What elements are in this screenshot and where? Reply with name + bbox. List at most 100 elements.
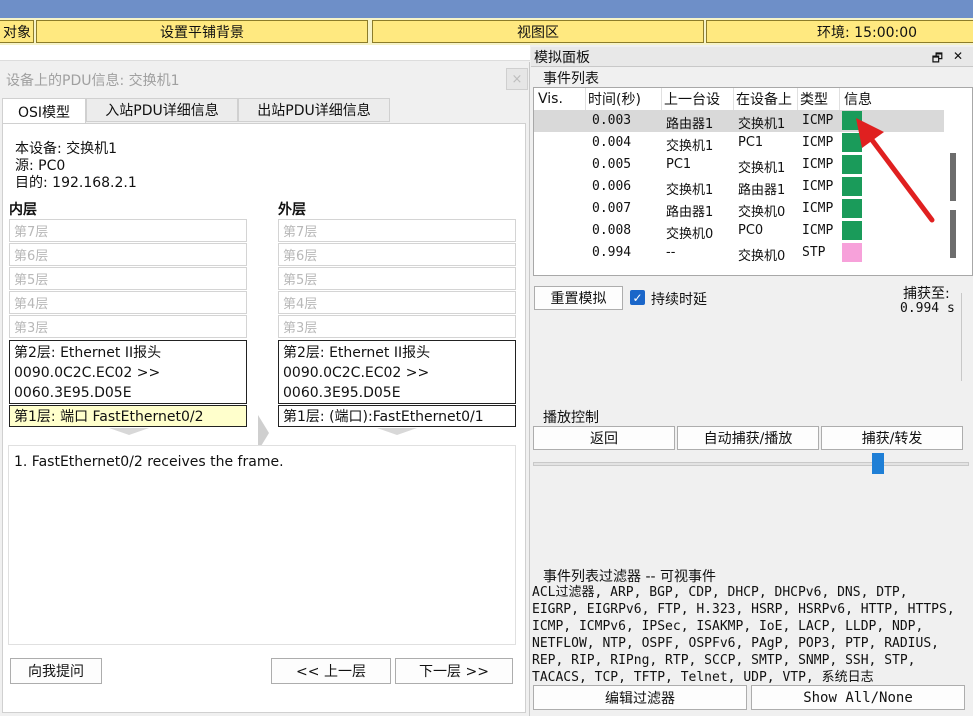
edit-filters-button[interactable]: 编辑过滤器 [533,685,747,710]
event-at-device: 交换机0 [738,249,786,264]
auto-capture-play-button[interactable]: 自动捕获/播放 [677,426,819,450]
pdu-panel-title: 设备上的PDU信息: 交换机1 [6,73,180,89]
event-at-device: 路由器1 [738,183,786,198]
event-last-device: 交换机1 [666,183,714,198]
event-last-device: 交换机1 [666,139,714,154]
event-at-device: 交换机1 [738,161,786,176]
event-type: ICMP [802,201,834,216]
event-type: ICMP [802,135,834,150]
destination-text: 目的: 192.168.2.1 [15,175,137,191]
event-list-scroll-thumb-2[interactable] [950,210,956,258]
inner-layer-4[interactable]: 第4层 [9,291,247,314]
event-time: 0.007 [592,201,632,216]
tab-osi-model[interactable]: OSI模型 [2,98,86,124]
outer-layer-1[interactable]: 第1层: (端口):FastEthernet0/1 [278,405,516,427]
filter-protocol-line: ICMP, ICMPv6, IPSec, ISAKMP, IoE, LACP, … [532,619,924,634]
event-at-device: PC0 [738,223,764,238]
next-layer-button[interactable]: 下一层 >> [395,658,513,684]
window-titlebar [0,0,973,18]
outer-layer-6[interactable]: 第6层 [278,243,516,266]
event-last-device: PC1 [666,157,692,172]
event-time: 0.003 [592,113,632,128]
outer-layer-7[interactable]: 第7层 [278,219,516,242]
pdu-info-panel: 设备上的PDU信息: 交换机1 × OSI模型 入站PDU详细信息 出站PDU详… [0,62,530,716]
description-text: 1. FastEthernet0/2 receives the frame. [14,454,284,470]
col-time[interactable]: 时间(秒) [588,88,662,110]
inner-l2-mac-dst: 0060.3E95.D05E [14,385,132,401]
col-type[interactable]: 类型 [800,88,840,110]
outer-layers-heading: 外层 [278,202,306,218]
inner-chevron-down-icon [109,428,149,435]
tile-background-button[interactable]: 设置平铺背景 [36,20,368,43]
col-info[interactable]: 信息 [844,88,948,110]
inner-layer-2[interactable]: 第2层: Ethernet II报头 0090.0C2C.EC02 >> 006… [9,340,247,404]
event-at-device: 交换机0 [738,205,786,220]
splitter-line [961,293,962,381]
show-all-none-button[interactable]: Show All/None [751,685,965,710]
main-toolbar: 对象 设置平铺背景 视图区 环境: 15:00:00 [0,18,973,45]
inner-layer-3[interactable]: 第3层 [9,315,247,338]
environment-time-button[interactable]: 环境: 15:00:00 [706,20,973,43]
outer-l2-mac-src: 0090.0C2C.EC02 >> [283,365,430,381]
filter-protocol-line: EIGRP, EIGRPv6, FTP, H.323, HSRP, HSRPv6… [532,602,955,617]
event-last-device: 路由器1 [666,205,714,220]
tab-inbound-pdu[interactable]: 入站PDU详细信息 [86,98,238,122]
col-vis[interactable]: Vis. [538,88,586,110]
viewport-button[interactable]: 视图区 [372,20,704,43]
inner-layer-1[interactable]: 第1层: 端口 FastEthernet0/2 [9,405,247,427]
col-at-device[interactable]: 在设备上 [736,88,798,110]
constant-delay-checkbox[interactable]: ✓ [630,290,645,305]
playback-speed-slider[interactable] [533,462,969,466]
capture-forward-button[interactable]: 捕获/转发 [821,426,963,450]
outer-layer-3[interactable]: 第3层 [278,315,516,338]
back-button[interactable]: 返回 [533,426,675,450]
filter-protocol-line: TACACS, TCP, TFTP, Telnet, UDP, VTP, 系统日… [532,670,874,685]
previous-layer-button[interactable]: << 上一层 [271,658,391,684]
close-icon[interactable]: × [506,68,528,90]
outer-layer-4[interactable]: 第4层 [278,291,516,314]
inner-layer-5[interactable]: 第5层 [9,267,247,290]
event-type: ICMP [802,157,834,172]
event-list-scroll-thumb[interactable] [950,153,956,201]
simulation-panel-title: 模拟面板 [534,49,590,66]
reset-simulation-button[interactable]: 重置模拟 [534,286,623,310]
inner-layer-6[interactable]: 第6层 [9,243,247,266]
inner-layer-7[interactable]: 第7层 [9,219,247,242]
annotation-arrow-icon [856,118,935,223]
challenge-me-button[interactable]: 向我提问 [10,658,102,684]
event-at-device: 交换机1 [738,117,786,132]
event-type: STP [802,245,826,260]
filter-protocol-line: REP, RIP, RIPng, RTP, SCCP, SMTP, SNMP, … [532,653,916,668]
objects-button[interactable]: 对象 [0,20,34,43]
outer-layer-5[interactable]: 第5层 [278,267,516,290]
tab-outbound-pdu[interactable]: 出站PDU详细信息 [238,98,390,122]
event-list-label: 事件列表 [543,71,599,87]
captured-to-label: 捕获至: [903,286,950,302]
outer-layer-2[interactable]: 第2层: Ethernet II报头 0090.0C2C.EC02 >> 006… [278,340,516,404]
event-time: 0.008 [592,223,632,238]
col-last-device[interactable]: 上一台设 [664,88,734,110]
simulation-panel-header: 模拟面板 [531,47,973,67]
event-time: 0.994 [592,245,632,260]
layer-description: 1. FastEthernet0/2 receives the frame. [8,445,516,645]
outer-l2-header: 第2层: Ethernet II报头 [283,345,431,361]
playback-speed-thumb[interactable] [872,453,884,474]
event-type: ICMP [802,179,834,194]
event-info-swatch[interactable] [842,243,862,262]
event-filter-title: 事件列表过滤器 -- 可视事件 [543,569,717,585]
captured-to-value: 0.994 s [900,301,955,316]
event-type: ICMP [802,113,834,128]
inner-layers-heading: 内层 [9,202,37,218]
filter-protocol-line: NETFLOW, NTP, OSPF, OSPFv6, PAgP, POP3, … [532,636,939,651]
event-row[interactable]: 0.994 -- 交换机0 STP [534,242,944,264]
event-at-device: PC1 [738,135,764,150]
event-time: 0.005 [592,157,632,172]
restore-icon[interactable]: 🗗 [932,49,943,70]
event-last-device: 路由器1 [666,117,714,132]
inner-l2-header: 第2层: Ethernet II报头 [14,345,162,361]
event-last-device: 交换机0 [666,227,714,242]
playback-controls-label: 播放控制 [543,410,599,426]
constant-delay-label: 持续时延 [651,292,707,308]
panel-close-icon[interactable]: ✕ [953,49,963,63]
event-time: 0.004 [592,135,632,150]
